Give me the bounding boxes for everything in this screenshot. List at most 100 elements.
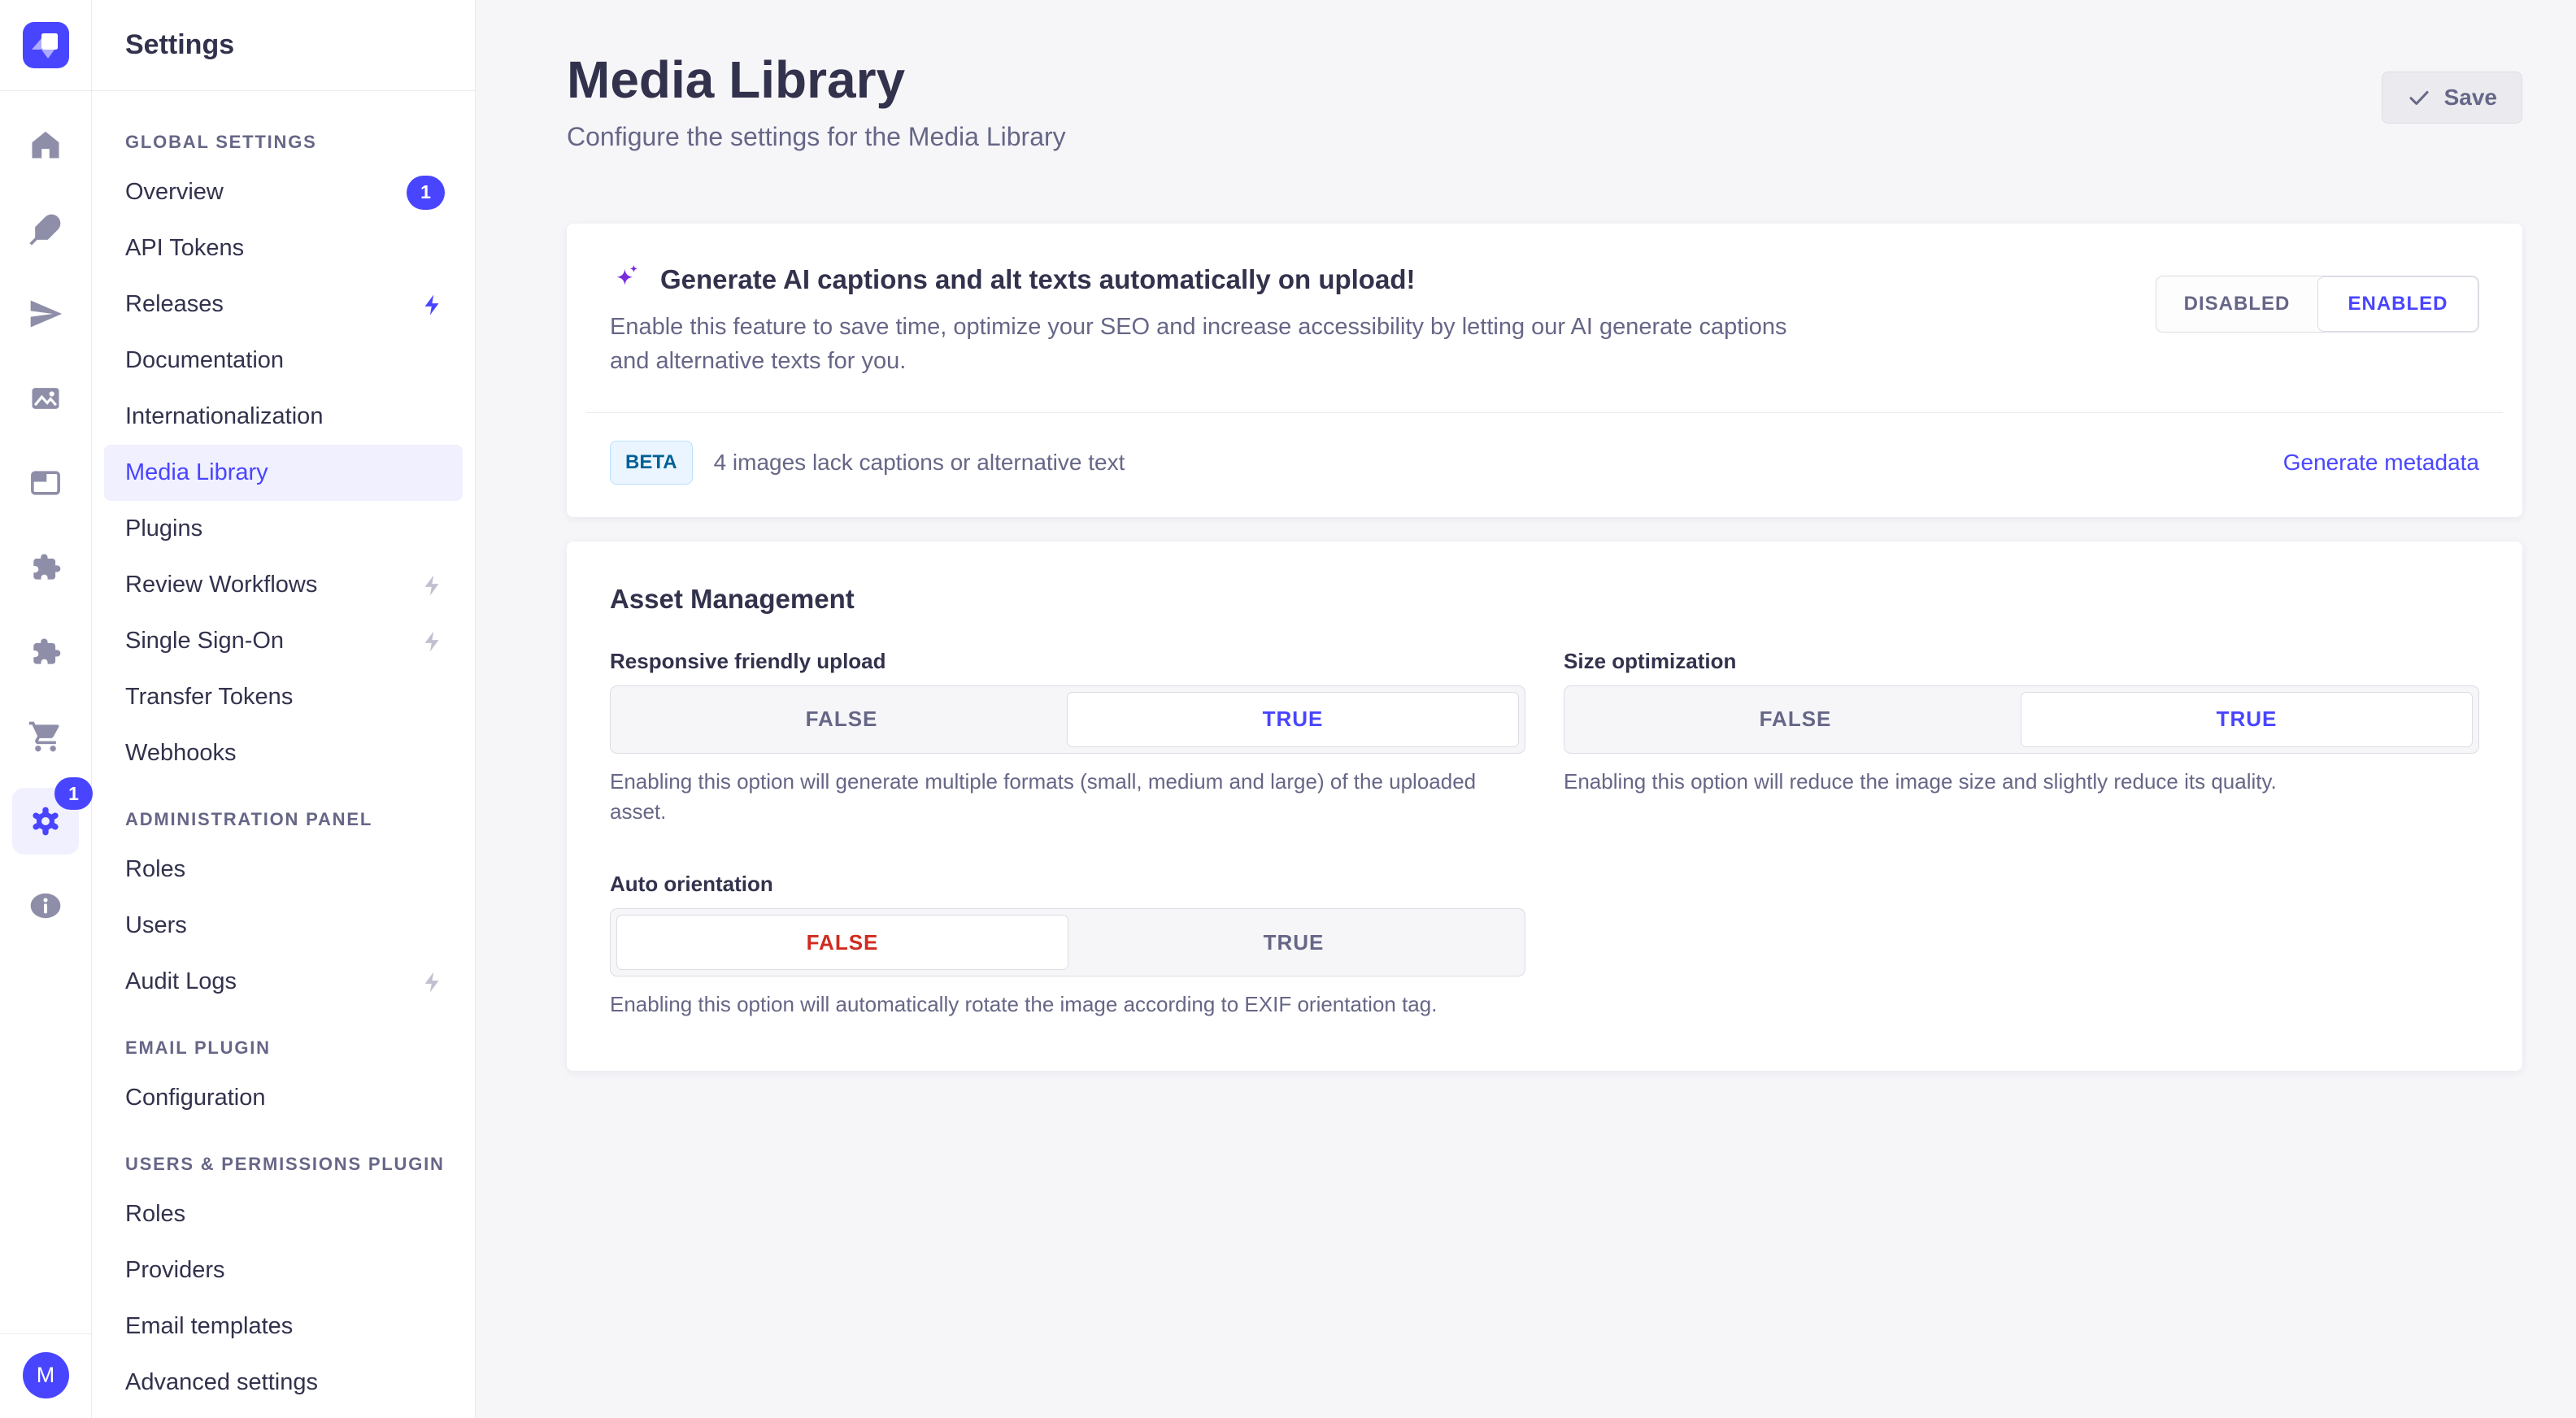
section-global-settings: Global settings Overview 1 API Tokens Re… — [104, 132, 463, 781]
sidebar-item-internationalization[interactable]: Internationalization — [104, 389, 463, 445]
missing-captions-status: 4 images lack captions or alternative te… — [714, 450, 1125, 476]
size-optimization-toggle: FALSE TRUE — [1564, 685, 2479, 754]
item-label: Advanced settings — [125, 1369, 318, 1396]
page-header: Media Library Configure the settings for… — [567, 50, 2522, 152]
lightning-icon — [420, 573, 445, 598]
icon-rail: 1 M — [0, 0, 92, 1418]
ai-captions-card: Generate AI captions and alt texts autom… — [567, 224, 2522, 517]
toggle-option-enabled[interactable]: ENABLED — [2317, 276, 2478, 332]
settings-rail-item[interactable]: 1 — [0, 779, 91, 863]
sidebar-item-users[interactable]: Users — [104, 898, 463, 954]
strapi-logo-icon — [23, 22, 69, 68]
section-email-plugin: Email plugin Configuration — [104, 1037, 463, 1126]
sidebar-item-email-templates[interactable]: Email templates — [104, 1298, 463, 1355]
cart-icon[interactable] — [0, 694, 91, 779]
item-label: Overview — [125, 179, 224, 206]
sidebar-item-api-tokens[interactable]: API Tokens — [104, 220, 463, 276]
strapi-logo[interactable] — [23, 22, 69, 68]
sidebar-item-overview[interactable]: Overview 1 — [104, 164, 463, 220]
item-label: API Tokens — [125, 235, 244, 262]
beta-badge: BETA — [610, 441, 693, 485]
toggle-option-false[interactable]: FALSE — [1570, 692, 2021, 747]
save-button[interactable]: Save — [2382, 72, 2522, 124]
sidebar-item-email-configuration[interactable]: Configuration — [104, 1070, 463, 1126]
generate-metadata-link[interactable]: Generate metadata — [2283, 450, 2479, 476]
asset-management-title: Asset Management — [610, 584, 2479, 615]
sidebar-title: Settings — [125, 29, 234, 61]
toggle-option-false[interactable]: FALSE — [616, 692, 1067, 747]
section-administration-panel: Administration panel Roles Users Audit L… — [104, 809, 463, 1010]
sidebar-item-transfer-tokens[interactable]: Transfer Tokens — [104, 669, 463, 725]
sidebar-item-review-workflows[interactable]: Review Workflows — [104, 557, 463, 613]
item-label: Documentation — [125, 347, 284, 374]
settings-sidebar: Settings Global settings Overview 1 API … — [92, 0, 476, 1418]
puzzle-icon[interactable] — [0, 525, 91, 610]
sidebar-item-advanced-settings[interactable]: Advanced settings — [104, 1355, 463, 1411]
lightning-icon — [420, 293, 445, 317]
field-label: Responsive friendly upload — [610, 649, 1525, 674]
sidebar-item-admin-roles[interactable]: Roles — [104, 842, 463, 898]
settings-notification-badge: 1 — [54, 777, 93, 810]
field-hint: Enabling this option will automatically … — [610, 990, 1525, 1020]
main-content: Media Library Configure the settings for… — [476, 0, 2576, 1418]
field-label: Size optimization — [1564, 649, 2479, 674]
item-label: Configuration — [125, 1085, 266, 1111]
rail-header — [0, 0, 91, 91]
sidebar-header: Settings — [92, 0, 475, 91]
item-label: Email templates — [125, 1313, 293, 1340]
sidebar-item-plugins[interactable]: Plugins — [104, 501, 463, 557]
item-label: Media Library — [125, 459, 268, 486]
sparkle-icon — [610, 263, 644, 297]
item-label: Internationalization — [125, 403, 323, 430]
auto-orientation-toggle: FALSE TRUE — [610, 908, 1525, 977]
responsive-upload-toggle: FALSE TRUE — [610, 685, 1525, 754]
item-label: Releases — [125, 291, 224, 318]
page-subtitle: Configure the settings for the Media Lib… — [567, 122, 1066, 152]
sidebar-item-audit-logs[interactable]: Audit Logs — [104, 954, 463, 1010]
paper-plane-icon[interactable] — [0, 272, 91, 356]
ai-banner-description: Enable this feature to save time, optimi… — [610, 310, 1813, 378]
info-icon[interactable] — [0, 863, 91, 948]
item-label: Audit Logs — [125, 968, 237, 995]
sidebar-item-media-library[interactable]: Media Library — [104, 445, 463, 501]
toggle-option-true[interactable]: TRUE — [2021, 692, 2473, 747]
toggle-option-false[interactable]: FALSE — [616, 915, 1068, 970]
toggle-option-disabled[interactable]: DISABLED — [2156, 276, 2317, 332]
home-icon[interactable] — [0, 102, 91, 187]
toggle-option-true[interactable]: TRUE — [1068, 915, 1519, 970]
sidebar-item-single-sign-on[interactable]: Single Sign-On — [104, 613, 463, 669]
media-icon[interactable] — [0, 356, 91, 441]
item-label: Plugins — [125, 515, 202, 542]
sidebar-item-documentation[interactable]: Documentation — [104, 333, 463, 389]
ai-enabled-toggle: DISABLED ENABLED — [2156, 276, 2479, 333]
field-responsive-friendly-upload: Responsive friendly upload FALSE TRUE En… — [610, 649, 1525, 828]
rail-footer: M — [0, 1333, 91, 1418]
user-avatar[interactable]: M — [23, 1352, 69, 1398]
item-label: Transfer Tokens — [125, 684, 293, 711]
item-label: Single Sign-On — [125, 628, 284, 655]
lightning-icon — [420, 629, 445, 654]
asset-management-card: Asset Management Responsive friendly upl… — [567, 542, 2522, 1071]
feather-icon[interactable] — [0, 187, 91, 272]
asset-management-grid: Responsive friendly upload FALSE TRUE En… — [610, 649, 2479, 1020]
puzzle-icon[interactable] — [0, 610, 91, 694]
ai-banner-text: Generate AI captions and alt texts autom… — [610, 263, 1813, 378]
field-hint: Enabling this option will reduce the ima… — [1564, 767, 2479, 798]
toggle-option-true[interactable]: TRUE — [1067, 692, 1519, 747]
section-label: Global settings — [125, 132, 463, 153]
sidebar-item-up-roles[interactable]: Roles — [104, 1186, 463, 1242]
sidebar-item-webhooks[interactable]: Webhooks — [104, 725, 463, 781]
field-hint: Enabling this option will generate multi… — [610, 767, 1525, 828]
save-button-label: Save — [2444, 85, 2497, 111]
sidebar-item-releases[interactable]: Releases — [104, 276, 463, 333]
notification-badge: 1 — [407, 176, 445, 210]
section-users-permissions-plugin: Users & Permissions plugin Roles Provide… — [104, 1154, 463, 1411]
layout-icon[interactable] — [0, 441, 91, 525]
section-label: Administration panel — [125, 809, 463, 830]
ai-banner-row: Generate AI captions and alt texts autom… — [567, 224, 2522, 378]
ai-banner-title-text: Generate AI captions and alt texts autom… — [660, 264, 1415, 295]
page-title: Media Library — [567, 50, 1066, 111]
sidebar-item-providers[interactable]: Providers — [104, 1242, 463, 1298]
ai-banner-title: Generate AI captions and alt texts autom… — [610, 263, 1813, 297]
field-label: Auto orientation — [610, 872, 1525, 897]
